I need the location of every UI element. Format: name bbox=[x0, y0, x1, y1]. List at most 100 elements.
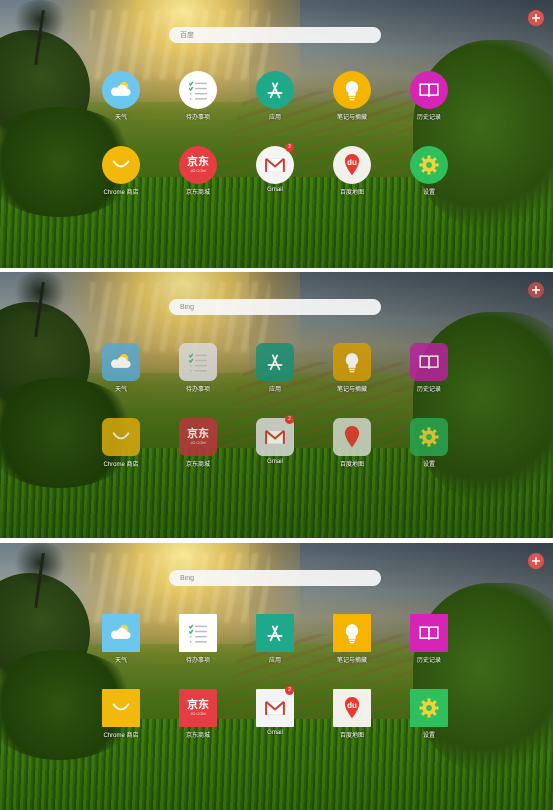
shortcut-label: 京东商城 bbox=[185, 190, 210, 196]
shortcut-label: 京东商城 bbox=[185, 462, 210, 468]
shortcut-tile[interactable]: 笔记与摘藏 bbox=[327, 614, 377, 664]
shortcut-tile[interactable]: 待办事项 bbox=[173, 614, 223, 664]
book-icon bbox=[410, 614, 448, 652]
smile-bag-icon bbox=[102, 689, 140, 727]
shortcut-tile[interactable]: 天气 bbox=[96, 71, 146, 121]
shortcut-tile[interactable]: 应用 bbox=[250, 343, 300, 393]
shortcut-label: Chrome 商店 bbox=[103, 462, 139, 468]
gmail-icon: 2 bbox=[256, 686, 294, 727]
shortcut-label: 笔记与摘藏 bbox=[336, 387, 367, 393]
jd-logo-subtext: JD.COM bbox=[190, 711, 206, 716]
shortcut-tile[interactable]: Chrome 商店 bbox=[96, 418, 146, 468]
shortcut-tile[interactable]: 京东 JD.COM 京东商城 bbox=[173, 146, 223, 196]
new-tab-panel-round: 天气 待办事项 应用 笔记与摘藏 历史记录 Chrome 商店 京东JD.COM 京东商城 2 G… bbox=[0, 0, 553, 268]
jd-logo-subtext: JD.COM bbox=[190, 440, 206, 445]
gear-icon bbox=[410, 146, 448, 184]
shortcut-tile[interactable]: Chrome 商店 bbox=[96, 146, 146, 196]
app-store-icon bbox=[256, 343, 294, 381]
shortcut-label: 应用 bbox=[268, 115, 281, 121]
book-icon bbox=[410, 343, 448, 381]
shortcut-tile[interactable]: 2 Gmail bbox=[250, 686, 300, 736]
shortcut-label: 历史记录 bbox=[416, 115, 441, 121]
lightbulb-icon bbox=[333, 71, 371, 109]
add-shortcut-button[interactable] bbox=[528, 10, 544, 26]
map-pin-text: du bbox=[347, 701, 357, 710]
shortcut-label: 设置 bbox=[422, 190, 435, 196]
weather-icon bbox=[102, 614, 140, 652]
shortcut-label: Chrome 商店 bbox=[103, 190, 139, 196]
jd-logo-icon: 京东 JD.COM bbox=[179, 418, 217, 456]
shortcut-label: 天气 bbox=[114, 115, 127, 121]
shortcut-label: Gmail bbox=[267, 459, 283, 465]
smile-bag-icon bbox=[102, 418, 140, 456]
gear-icon bbox=[410, 418, 448, 456]
jd-logo-icon: 京东 JD.COM bbox=[179, 146, 217, 184]
add-shortcut-button[interactable] bbox=[528, 282, 544, 298]
shortcut-label: 应用 bbox=[268, 387, 281, 393]
shortcut-tile[interactable]: 京东 JD.COM 京东商城 bbox=[173, 689, 223, 739]
shortcut-tile[interactable]: 天气 bbox=[96, 343, 146, 393]
todo-list-icon bbox=[179, 71, 217, 109]
shortcut-label: 天气 bbox=[114, 658, 127, 664]
shortcut-tile[interactable]: 设置 bbox=[404, 418, 454, 468]
jd-logo-subtext: JD.COM bbox=[190, 168, 206, 173]
shortcut-tile[interactable]: Chrome 商店 bbox=[96, 689, 146, 739]
shortcut-label: 笔记与摘藏 bbox=[336, 658, 367, 664]
shortcut-tile[interactable]: 设置 bbox=[404, 146, 454, 196]
shortcut-tile[interactable]: 历史记录 bbox=[404, 343, 454, 393]
shortcut-label: Gmail bbox=[267, 730, 283, 736]
shortcut-tile[interactable]: du 百度地图 bbox=[327, 689, 377, 739]
weather-icon bbox=[102, 343, 140, 381]
lightbulb-icon bbox=[333, 614, 371, 652]
shortcut-tile[interactable]: 2 Gmail bbox=[250, 143, 300, 193]
shortcut-tile[interactable]: 天气 bbox=[96, 614, 146, 664]
shortcut-label: 百度地图 bbox=[339, 462, 364, 468]
shortcut-tile[interactable]: 应用 bbox=[250, 71, 300, 121]
shortcut-tile[interactable]: 笔记与摘藏 bbox=[327, 343, 377, 393]
add-shortcut-button[interactable] bbox=[528, 553, 544, 569]
new-tab-panel-flat: 天气 待办事项 应用 笔记与摘藏 历史记录 Chrome 商店 京东JD.COM 京东商城 2 G… bbox=[0, 543, 553, 810]
notification-badge: 2 bbox=[285, 686, 294, 695]
shortcut-tile[interactable]: 设置 bbox=[404, 689, 454, 739]
shortcut-tile[interactable]: 历史记录 bbox=[404, 71, 454, 121]
weather-icon bbox=[102, 71, 140, 109]
shortcut-tile[interactable]: 2 Gmail bbox=[250, 415, 300, 465]
shortcut-tile[interactable]: 应用 bbox=[250, 614, 300, 664]
shortcut-label: 百度地图 bbox=[339, 190, 364, 196]
shortcut-tile[interactable]: 历史记录 bbox=[404, 614, 454, 664]
shortcut-label: 设置 bbox=[422, 733, 435, 739]
book-icon bbox=[410, 71, 448, 109]
notification-badge: 2 bbox=[285, 143, 294, 152]
shortcut-label: 待办事项 bbox=[185, 658, 210, 664]
shortcut-label: Chrome 商店 bbox=[103, 733, 139, 739]
gear-icon bbox=[410, 689, 448, 727]
plus-icon bbox=[532, 286, 540, 294]
shortcut-tile[interactable]: du 百度地图 bbox=[327, 146, 377, 196]
notification-badge: 2 bbox=[285, 415, 294, 424]
plus-icon bbox=[532, 14, 540, 22]
shortcut-tile[interactable]: 百度地图 bbox=[327, 418, 377, 468]
app-store-icon bbox=[256, 71, 294, 109]
shortcut-tile[interactable]: 待办事项 bbox=[173, 343, 223, 393]
shortcut-label: 百度地图 bbox=[339, 733, 364, 739]
smile-bag-icon bbox=[102, 146, 140, 184]
search-input[interactable] bbox=[169, 299, 381, 315]
search-input[interactable] bbox=[169, 570, 381, 586]
gmail-icon: 2 bbox=[256, 415, 294, 456]
baidu-map-pin-icon: du bbox=[333, 689, 371, 727]
baidu-map-pin-icon: du bbox=[333, 146, 371, 184]
search-input[interactable] bbox=[169, 27, 381, 43]
shortcut-label: 待办事项 bbox=[185, 115, 210, 121]
shortcut-tile[interactable]: 笔记与摘藏 bbox=[327, 71, 377, 121]
jd-logo-text: 京东 bbox=[187, 699, 209, 711]
shortcut-tile[interactable]: 京东 JD.COM 京东商城 bbox=[173, 418, 223, 468]
shortcut-label: 京东商城 bbox=[185, 733, 210, 739]
lightbulb-icon bbox=[333, 343, 371, 381]
plus-icon bbox=[532, 557, 540, 565]
shortcut-label: 待办事项 bbox=[185, 387, 210, 393]
shortcut-label: 设置 bbox=[422, 462, 435, 468]
shortcut-label: 应用 bbox=[268, 658, 281, 664]
shortcut-label: Gmail bbox=[267, 187, 283, 193]
todo-list-icon bbox=[179, 343, 217, 381]
shortcut-tile[interactable]: 待办事项 bbox=[173, 71, 223, 121]
